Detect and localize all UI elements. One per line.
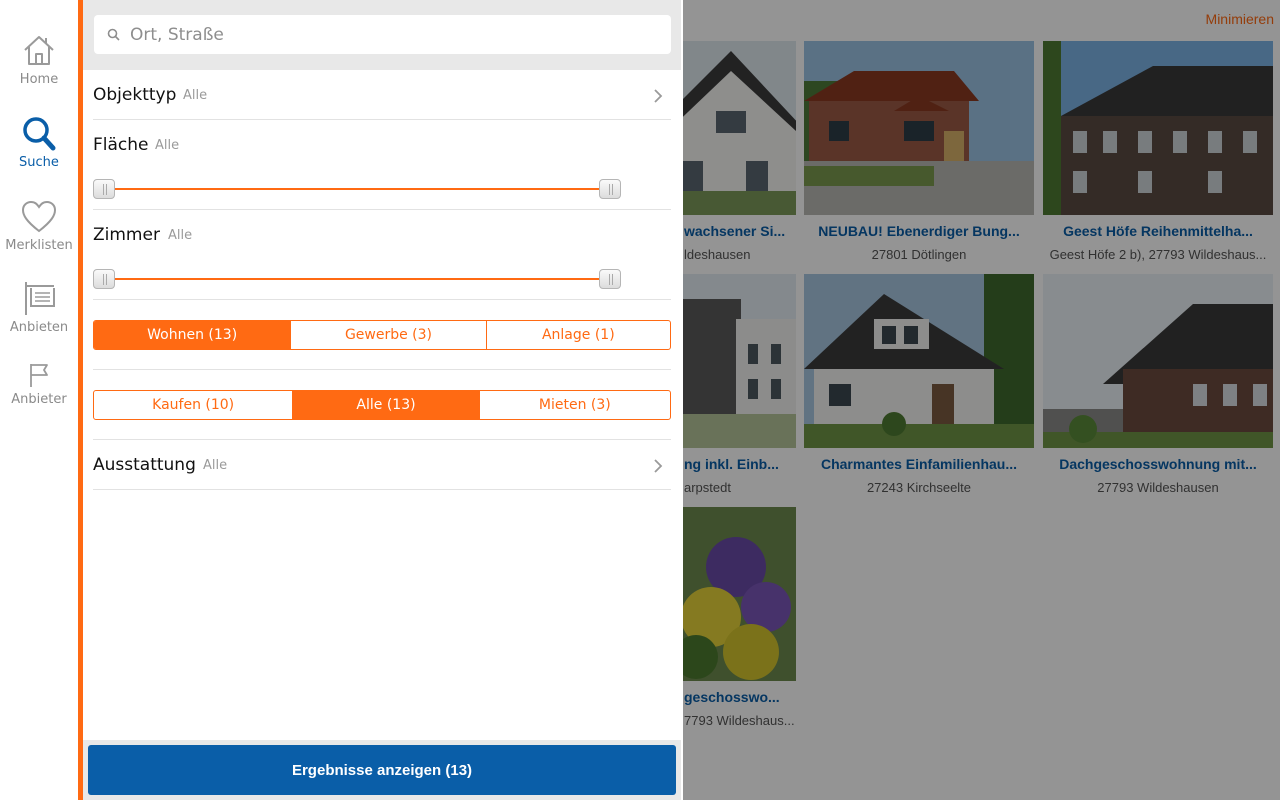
slider-track: [105, 188, 609, 190]
slider-handle-max[interactable]: [599, 269, 621, 289]
overlay-dim[interactable]: [683, 0, 1280, 800]
filter-panel: Objekttyp Alle Fläche Alle Zimmer Alle W…: [83, 0, 681, 800]
sign-icon: [25, 282, 55, 315]
filter-row-objekttyp[interactable]: Objekttyp Alle: [93, 70, 671, 120]
nav-label-anbieter: Anbieter: [11, 392, 67, 407]
filter-row-ausstattung[interactable]: Ausstattung Alle: [93, 440, 671, 490]
chevron-right-icon: [654, 459, 663, 473]
slider-track: [105, 278, 609, 280]
results-grid: Minimieren wachsener Si... ldeshausen NE…: [683, 0, 1280, 800]
slider-handle-min[interactable]: [93, 179, 115, 199]
search-icon: [107, 28, 120, 41]
search-box: [94, 15, 671, 54]
zimmer-range-slider[interactable]: [93, 269, 621, 289]
chevron-right-icon: [654, 89, 663, 103]
home-icon: [24, 36, 54, 65]
nav-item-search[interactable]: Suche: [0, 115, 78, 170]
filter-title-flaeche: Fläche: [93, 135, 149, 155]
slider-handle-max[interactable]: [599, 179, 621, 199]
flag-icon: [30, 364, 48, 387]
heart-icon: [21, 200, 57, 233]
search-bar: [83, 0, 681, 70]
nav-item-anbieter[interactable]: Anbieter: [0, 362, 78, 407]
slider-handle-min[interactable]: [93, 269, 115, 289]
filter-row-flaeche: Fläche Alle: [93, 120, 671, 210]
divider: [93, 300, 671, 370]
filter-value-flaeche: Alle: [155, 138, 180, 153]
side-navigation: Home Suche Merklisten Anbieten Anbieter: [0, 0, 78, 800]
panel-footer: Ergebnisse anzeigen (13): [83, 740, 681, 800]
filter-title-objekttyp: Objekttyp: [93, 85, 177, 105]
filter-title-zimmer: Zimmer: [93, 225, 160, 245]
search-input[interactable]: [130, 15, 650, 54]
nav-item-merklisten[interactable]: Merklisten: [0, 200, 78, 253]
filter-title-ausstattung: Ausstattung: [93, 455, 196, 475]
nav-label-anbieten: Anbieten: [9, 320, 69, 335]
divider: [93, 370, 671, 440]
filter-value-ausstattung: Alle: [203, 458, 228, 473]
nav-label-merklisten: Merklisten: [5, 238, 73, 253]
nav-label-search: Suche: [19, 155, 59, 170]
show-results-button[interactable]: Ergebnisse anzeigen (13): [88, 745, 676, 795]
nav-item-home[interactable]: Home: [0, 32, 78, 87]
filter-row-zimmer: Zimmer Alle: [93, 210, 671, 300]
search-icon: [23, 117, 56, 151]
nav-item-anbieten[interactable]: Anbieten: [0, 280, 78, 335]
filter-value-objekttyp: Alle: [183, 88, 208, 103]
nav-label-home: Home: [19, 72, 59, 87]
flaeche-range-slider[interactable]: [93, 179, 621, 199]
filter-value-zimmer: Alle: [168, 228, 193, 243]
